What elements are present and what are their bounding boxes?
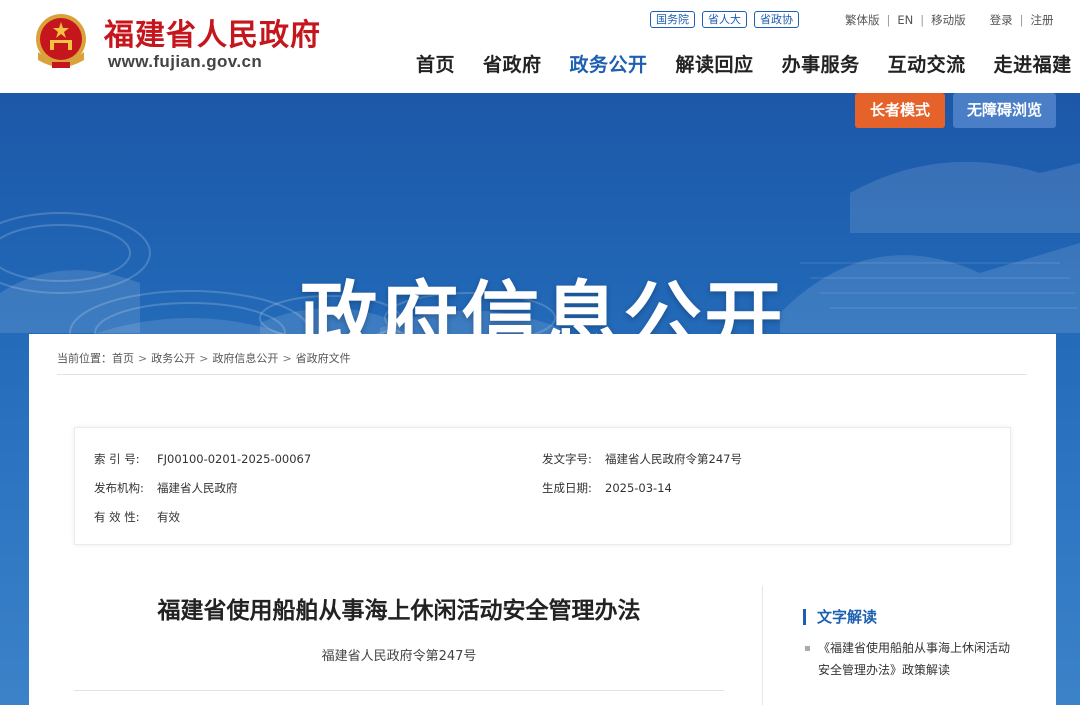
site-name[interactable]: 福建省人民政府	[104, 10, 321, 54]
metadata-value: 2025-03-14	[605, 481, 672, 495]
metadata-label: 生成日期:	[542, 481, 592, 495]
national-emblem-icon[interactable]	[32, 12, 90, 74]
english-link[interactable]: EN	[897, 13, 913, 27]
mobile-version-link[interactable]: 移动版	[931, 12, 966, 28]
document-subtitle: 福建省人民政府令第247号	[321, 649, 477, 664]
breadcrumb: 当前位置：首页 > 政务公开 > 政府信息公开 > 省政府文件	[57, 350, 351, 366]
breadcrumb-separator: >	[199, 352, 209, 365]
bullet-icon: ▪	[804, 643, 811, 654]
metadata-value: 福建省人民政府	[157, 481, 238, 495]
breadcrumb-prefix: 当前位置：	[57, 352, 112, 365]
metadata-label: 发布机构:	[94, 481, 144, 495]
divider	[57, 374, 1027, 375]
content-panel: 当前位置：首页 > 政务公开 > 政府信息公开 > 省政府文件 索 引 号: FJ00100-…	[29, 334, 1056, 705]
divider: |	[920, 13, 925, 27]
nav-interpretation[interactable]: 解读回应	[676, 50, 754, 77]
metadata-value: FJ00100-0201-2025-00067	[157, 452, 312, 466]
metadata-value: 有效	[157, 510, 180, 524]
sidebar-heading: 文字解读	[803, 606, 877, 627]
divider: |	[1019, 13, 1024, 27]
main-nav: 首页 省政府 政务公开 解读回应 办事服务 互动交流 走进福建	[416, 50, 1072, 77]
metadata-value: 福建省人民政府令第247号	[605, 452, 742, 466]
metadata-label: 索 引 号:	[94, 452, 140, 466]
quick-link-provincial-congress[interactable]: 省人大	[702, 11, 747, 28]
quick-link-state-council[interactable]: 国务院	[650, 11, 695, 28]
policy-interpretation-link[interactable]: 《福建省使用船舶从事海上休闲活动安全管理办法》政策解读	[818, 637, 1018, 681]
nav-services[interactable]: 办事服务	[782, 50, 860, 77]
breadcrumb-info-disclosure[interactable]: 政府信息公开	[212, 352, 278, 365]
metadata-label: 有 效 性:	[94, 510, 140, 524]
elder-mode-button[interactable]: 长者模式	[855, 93, 945, 128]
metadata-label: 发文字号:	[542, 452, 592, 466]
login-link[interactable]: 登录	[990, 12, 1013, 28]
document-title: 福建省使用船舶从事海上休闲活动安全管理办法	[157, 598, 641, 624]
divider: |	[886, 13, 891, 27]
site-header: 福建省人民政府 www.fujian.gov.cn 国务院 省人大 省政协 繁体…	[0, 0, 1080, 93]
accessible-browsing-button[interactable]: 无障碍浏览	[953, 93, 1056, 128]
metadata-issuer: 发布机构: 福建省人民政府	[94, 480, 238, 496]
divider	[74, 690, 724, 691]
register-link[interactable]: 注册	[1031, 12, 1054, 28]
nav-interaction[interactable]: 互动交流	[888, 50, 966, 77]
quick-links: 国务院 省人大 省政协	[650, 11, 799, 28]
metadata-date: 生成日期: 2025-03-14	[542, 480, 672, 496]
breadcrumb-government-affairs[interactable]: 政务公开	[151, 352, 195, 365]
metadata-index-number: 索 引 号: FJ00100-0201-2025-00067	[94, 451, 311, 467]
breadcrumb-separator: >	[138, 352, 148, 365]
nav-provincial-government[interactable]: 省政府	[483, 50, 542, 77]
nav-government-affairs[interactable]: 政务公开	[570, 50, 648, 77]
utility-bar: 繁体版 | EN | 移动版 登录 | 注册	[845, 12, 1054, 28]
breadcrumb-separator: >	[282, 352, 292, 365]
sidebar-heading-label: 文字解读	[817, 608, 878, 626]
metadata-validity: 有 效 性: 有效	[94, 509, 180, 525]
heading-accent-bar	[803, 608, 806, 625]
site-url[interactable]: www.fujian.gov.cn	[108, 52, 262, 72]
quick-link-provincial-cppcc[interactable]: 省政协	[754, 11, 799, 28]
metadata-document-number: 发文字号: 福建省人民政府令第247号	[542, 451, 742, 467]
breadcrumb-home[interactable]: 首页	[112, 352, 134, 365]
breadcrumb-provincial-documents[interactable]: 省政府文件	[296, 352, 351, 365]
traditional-chinese-link[interactable]: 繁体版	[845, 12, 880, 28]
divider	[762, 586, 763, 705]
document-metadata-box: 索 引 号: FJ00100-0201-2025-00067 发文字号: 福建省人民…	[74, 427, 1011, 545]
nav-home[interactable]: 首页	[416, 50, 455, 77]
nav-about-fujian[interactable]: 走进福建	[994, 50, 1072, 77]
